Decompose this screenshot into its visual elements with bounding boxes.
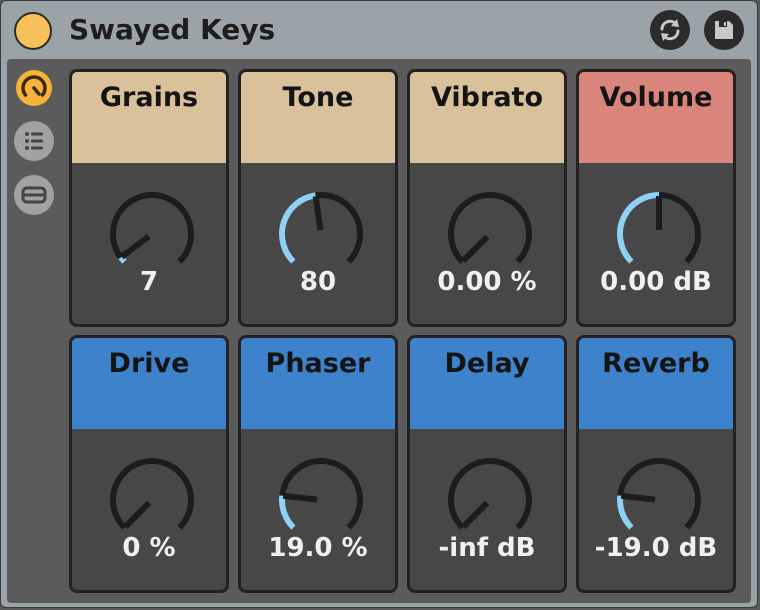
knob-needle <box>620 492 656 503</box>
knob-value-arc <box>617 495 634 530</box>
refresh-icon[interactable] <box>650 10 690 50</box>
save-icon[interactable] <box>704 10 744 50</box>
macro-value: 80 <box>299 267 337 297</box>
macro-cell-volume: Volume 0.00 dB <box>576 69 736 327</box>
macro-cell-tone: Tone 80 <box>238 69 398 327</box>
power-toggle-icon[interactable] <box>14 12 52 50</box>
knob-track <box>448 192 532 264</box>
macro-cell-delay: Delay -inf dB <box>407 335 567 593</box>
knob-needle <box>119 234 151 260</box>
knob-needle <box>461 234 490 263</box>
macro-value: 0.00 % <box>437 267 537 297</box>
list-icon[interactable] <box>14 121 54 161</box>
knob-needle <box>312 195 324 231</box>
macro-cell-vibrato: Vibrato 0.00 % <box>407 69 567 327</box>
knob-needle <box>461 500 490 529</box>
knob-value-arc <box>617 192 660 264</box>
macro-label: Tone <box>241 72 395 163</box>
macro-cell-drive: Drive 0 % <box>69 335 229 593</box>
macro-label: Delay <box>410 338 564 429</box>
knob-value-arc <box>279 495 296 530</box>
macro-label: Volume <box>579 72 733 163</box>
macro-value: -inf dB <box>438 533 536 563</box>
device-window: Swayed Keys Grains 7 Tone 80 Vibrato 0.0… <box>0 0 758 608</box>
macro-value: 0 % <box>122 533 176 563</box>
macro-cell-phaser: Phaser 19.0 % <box>238 335 398 593</box>
minimize-icon[interactable] <box>14 175 54 215</box>
device-body: Grains 7 Tone 80 Vibrato 0.00 % Volume 0.00 dB D… <box>7 59 751 603</box>
macro-cell-grains: Grains 7 <box>69 69 229 327</box>
knob-needle <box>282 492 318 503</box>
macro-value: 0.00 dB <box>600 267 712 297</box>
macro-cell-reverb: Reverb -19.0 dB <box>576 335 736 593</box>
macro-knob-icon[interactable] <box>14 68 54 108</box>
knob-track <box>110 458 194 530</box>
macro-label: Vibrato <box>410 72 564 163</box>
macro-value: 7 <box>139 267 159 297</box>
knob-track <box>448 458 532 530</box>
title-bar: Swayed Keys <box>1 1 757 59</box>
macro-value: -19.0 dB <box>594 533 718 563</box>
knob-value-arc <box>279 192 317 264</box>
device-title: Swayed Keys <box>69 13 276 46</box>
macro-label: Drive <box>72 338 226 429</box>
macro-label: Phaser <box>241 338 395 429</box>
macro-label: Grains <box>72 72 226 163</box>
knob-needle <box>123 500 152 529</box>
macro-value: 19.0 % <box>268 533 368 563</box>
macro-label: Reverb <box>579 338 733 429</box>
